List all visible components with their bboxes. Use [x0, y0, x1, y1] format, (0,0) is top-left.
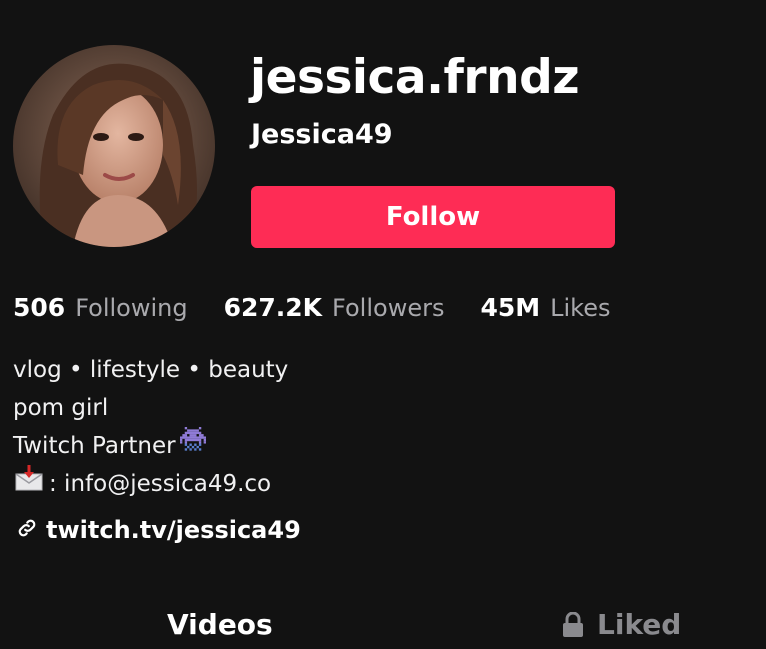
profile-stats: 506 Following 627.2K Followers 45M Likes — [13, 293, 647, 322]
bio-line: : info@jessica49.co — [13, 465, 288, 503]
stat-likes: 45M Likes — [480, 293, 610, 322]
avatar[interactable] — [13, 45, 215, 247]
stat-following-count: 506 — [13, 293, 66, 322]
stat-likes-label: Likes — [550, 294, 611, 322]
bio-line-text: Twitch Partner — [13, 433, 176, 459]
link-icon — [16, 517, 38, 543]
stat-followers-count: 627.2K — [223, 293, 323, 322]
tab-liked[interactable]: Liked — [561, 608, 681, 641]
tab-videos-label: Videos — [167, 608, 273, 641]
stat-followers-label: Followers — [332, 294, 445, 322]
stat-followers[interactable]: 627.2K Followers — [224, 293, 445, 322]
bio-line: Twitch Partner — [13, 427, 288, 465]
profile-link-text[interactable]: twitch.tv/jessica49 — [46, 516, 301, 544]
lock-icon — [563, 611, 583, 637]
space-invader-icon — [179, 427, 206, 465]
profile-link[interactable]: twitch.tv/jessica49 — [16, 516, 301, 544]
profile-nickname: Jessica49 — [251, 119, 393, 150]
envelope-arrow-icon — [13, 464, 45, 504]
stat-following[interactable]: 506 Following — [13, 293, 188, 322]
profile-bio: vlog • lifestyle • beauty pom girl Twitc… — [13, 351, 288, 503]
follow-button[interactable]: Follow — [251, 186, 615, 248]
tab-liked-label: Liked — [597, 608, 682, 641]
stat-likes-count: 45M — [480, 293, 541, 322]
bio-line-text: : info@jessica49.co — [49, 471, 272, 497]
bio-line: vlog • lifestyle • beauty — [13, 357, 289, 383]
profile-photo — [13, 45, 215, 247]
bio-line: pom girl — [13, 395, 109, 421]
profile-username: jessica.frndz — [250, 50, 580, 105]
stat-following-label: Following — [75, 294, 188, 322]
tab-videos[interactable]: Videos — [167, 608, 273, 641]
